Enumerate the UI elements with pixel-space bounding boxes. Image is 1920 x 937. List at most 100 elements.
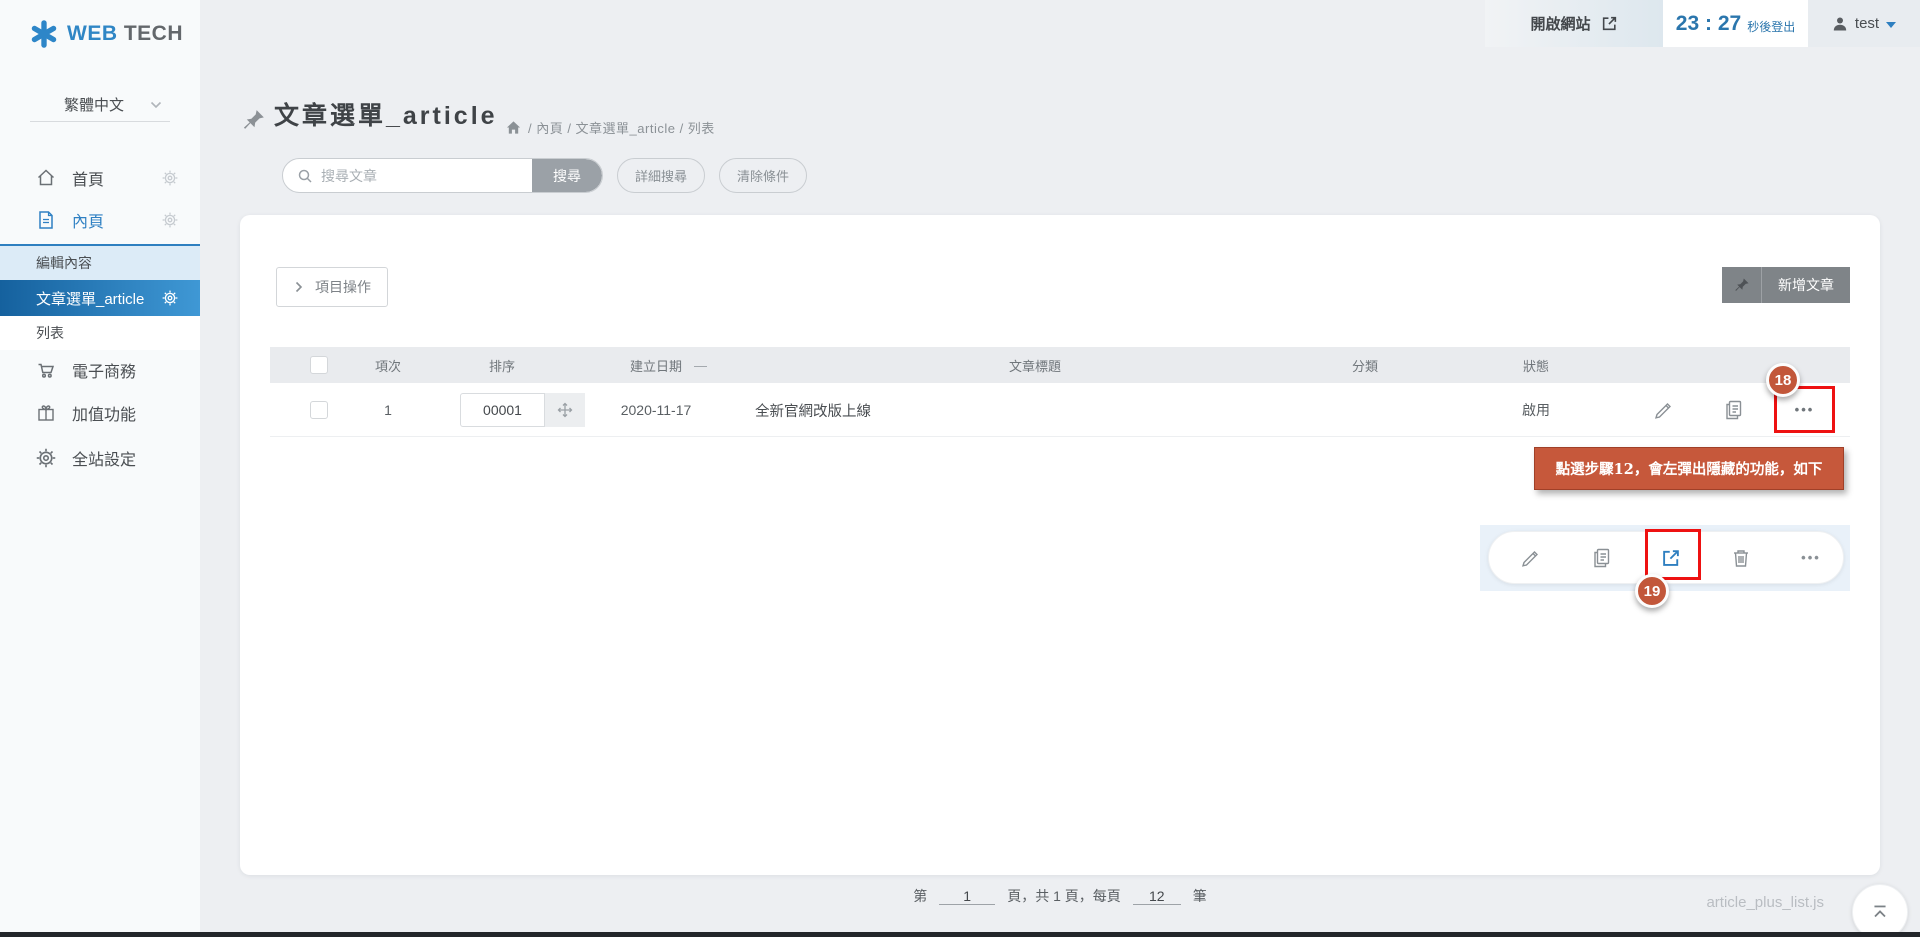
home-icon [36, 168, 56, 188]
brand-name-secondary: TECH [124, 22, 183, 45]
timer-value: 23 : 27 [1676, 12, 1741, 36]
sidebar: WEB TECH 繁體中文 首頁 內頁 編輯內容 文章選單_article [0, 0, 200, 937]
sidebar-item-inner-pages[interactable]: 內頁 [0, 200, 200, 240]
select-all-checkbox[interactable] [310, 356, 328, 374]
username: test [1855, 15, 1879, 32]
chevron-right-icon [295, 281, 303, 293]
sort-direction-icon[interactable]: — [694, 358, 707, 373]
more-actions-icon[interactable]: ••• [1801, 531, 1821, 584]
gear-icon[interactable] [162, 290, 178, 306]
add-article-label: 新增文章 [1762, 267, 1850, 303]
pushpin-icon [242, 108, 266, 132]
language-label: 繁體中文 [64, 94, 124, 115]
copy-icon[interactable] [1591, 531, 1613, 584]
column-header-date[interactable]: 建立日期 — [630, 347, 707, 383]
column-header-index[interactable]: 項次 [375, 347, 401, 383]
sidebar-item-label: 電子商務 [72, 358, 136, 382]
sidebar-item-ecommerce[interactable]: 電子商務 [0, 350, 200, 390]
open-site-button[interactable]: 開啟網站 [1485, 0, 1663, 47]
breadcrumb-path: / 內頁 / 文章選單_article / 列表 [528, 118, 715, 137]
pushpin-icon[interactable] [1722, 267, 1762, 303]
item-actions-button[interactable]: 項目操作 [276, 267, 388, 307]
step-badge-19: 19 [1635, 574, 1669, 608]
brand-name-primary: WEB [67, 22, 118, 45]
sort-order-input[interactable] [460, 393, 545, 427]
clear-filters-button[interactable]: 清除條件 [719, 158, 807, 193]
sidebar-item-home[interactable]: 首頁 [0, 158, 200, 198]
scroll-to-top-button[interactable] [1852, 884, 1908, 937]
search-input[interactable] [313, 159, 532, 192]
document-icon [36, 210, 56, 230]
language-selector[interactable]: 繁體中文 [30, 88, 170, 122]
step-19-highlight-box [1645, 529, 1701, 580]
session-timer: 23 : 27 秒後登出 [1663, 0, 1808, 47]
cart-icon [36, 360, 56, 380]
row-checkbox[interactable] [310, 401, 328, 419]
external-link-icon [1601, 15, 1618, 32]
timer-suffix: 秒後登出 [1747, 13, 1795, 35]
breadcrumb: / 內頁 / 文章選單_article / 列表 [506, 118, 715, 137]
trash-icon[interactable] [1730, 531, 1752, 584]
row-index: 1 [384, 383, 392, 437]
advanced-search-button[interactable]: 詳細搜尋 [617, 158, 705, 193]
sidebar-item-site-settings[interactable]: 全站設定 [0, 438, 200, 478]
sidebar-item-addons[interactable]: 加值功能 [0, 393, 200, 433]
gear-icon [36, 448, 56, 468]
copy-icon[interactable] [1723, 383, 1745, 437]
column-header-title[interactable]: 文章標題 [1009, 347, 1061, 383]
gear-icon[interactable] [162, 170, 178, 186]
column-header-category[interactable]: 分類 [1352, 347, 1378, 383]
sidebar-item-label: 全站設定 [72, 446, 136, 470]
per-page-input[interactable] [1133, 888, 1181, 905]
gear-icon[interactable] [162, 212, 178, 228]
sidebar-item-label: 內頁 [72, 208, 104, 232]
column-header-sort[interactable]: 排序 [489, 347, 515, 383]
pagination-prefix: 第 [913, 886, 927, 906]
drag-move-handle[interactable] [545, 393, 585, 427]
home-icon[interactable] [506, 120, 521, 135]
sort-cell [460, 393, 585, 427]
caret-down-icon [1886, 19, 1896, 28]
search-submit-button[interactable]: 搜尋 [532, 159, 602, 192]
script-filename: article_plus_list.js [1624, 894, 1824, 911]
table-header: 項次 排序 建立日期 — 文章標題 分類 狀態 [270, 347, 1850, 383]
sidebar-item-label: 列表 [36, 323, 64, 343]
edit-icon[interactable] [1653, 383, 1675, 437]
page-number-input[interactable] [939, 888, 995, 905]
edit-icon[interactable] [1520, 531, 1542, 584]
sidebar-item-list[interactable]: 列表 [0, 316, 200, 350]
table-row: 1 2020-11-17 全新官網改版上線 啟用 ••• [270, 383, 1850, 437]
annotation-tooltip: 點選步驟12，會左彈出隱藏的功能，如下 [1534, 447, 1844, 490]
sidebar-item-edit-content[interactable]: 編輯內容 [0, 246, 200, 280]
search-bar: 搜尋 [282, 158, 603, 193]
row-title[interactable]: 全新官網改版上線 [755, 383, 871, 437]
more-actions-icon[interactable]: ••• [1795, 402, 1815, 417]
sidebar-item-label: 首頁 [72, 166, 104, 190]
open-site-label: 開啟網站 [1530, 13, 1590, 34]
asterisk-logo-icon [30, 20, 58, 48]
sidebar-submenu: 編輯內容 文章選單_article 列表 [0, 244, 200, 350]
search-icon [297, 168, 313, 192]
chevron-down-icon [150, 101, 162, 109]
pagination-middle: 頁，共 1 頁，每頁 [1007, 886, 1121, 906]
row-date: 2020-11-17 [621, 383, 692, 437]
brand-logo[interactable]: WEB TECH [30, 20, 183, 48]
person-icon [1832, 16, 1848, 32]
gift-icon [36, 403, 56, 423]
step-badge-18: 18 [1766, 363, 1800, 397]
column-header-status[interactable]: 狀態 [1523, 347, 1549, 383]
add-article-button[interactable]: 新增文章 [1722, 267, 1850, 303]
user-menu[interactable]: test [1808, 0, 1920, 47]
pagination-suffix: 筆 [1193, 886, 1207, 906]
item-actions-label: 項目操作 [315, 277, 371, 297]
window-bottom-edge [0, 932, 1920, 937]
sidebar-item-label: 加值功能 [72, 401, 136, 425]
column-header-date-label: 建立日期 [630, 356, 682, 375]
list-card: 項目操作 新增文章 項次 排序 建立日期 — 文章標題 分類 狀態 1 [240, 215, 1880, 875]
sidebar-item-label: 編輯內容 [36, 253, 92, 273]
admin-app: WEB TECH 繁體中文 首頁 內頁 編輯內容 文章選單_article [0, 0, 1920, 937]
sidebar-item-article-menu[interactable]: 文章選單_article [0, 280, 200, 316]
page-title: 文章選單_article [274, 96, 498, 132]
row-status: 啟用 [1522, 383, 1550, 437]
sidebar-item-label: 文章選單_article [36, 288, 144, 309]
